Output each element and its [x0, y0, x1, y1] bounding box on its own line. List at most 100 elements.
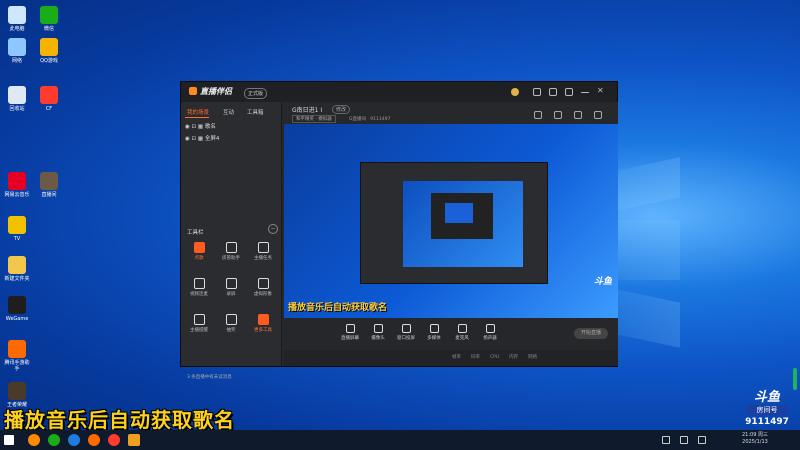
edge-icon[interactable]: [68, 434, 80, 446]
desktop-icon[interactable]: CF: [36, 86, 62, 112]
tool-button[interactable]: 视频连麦: [187, 278, 211, 297]
nested-window-2: [431, 193, 493, 239]
edit-room-button[interactable]: 修改: [332, 105, 351, 114]
app-logo: 直播伴侣: [189, 86, 232, 97]
control-label: 直播屏幕: [341, 336, 359, 341]
tool-button[interactable]: 点歌: [187, 242, 211, 261]
close-icon[interactable]: ✕: [597, 86, 604, 95]
desktop-icon[interactable]: 新建文件夹: [4, 256, 30, 282]
more-icon[interactable]: [594, 111, 602, 119]
grid-icon: [257, 314, 269, 325]
wechat-task-icon[interactable]: [48, 434, 60, 446]
tencent-task-icon[interactable]: [88, 434, 100, 446]
desktop-icon[interactable]: 直播间: [36, 172, 62, 198]
room-label: 房间号: [747, 405, 787, 415]
desktop-icon[interactable]: 微信: [36, 6, 62, 32]
control-button[interactable]: 摄像头: [366, 324, 390, 341]
control-button[interactable]: 多媒体: [422, 324, 446, 341]
room-badge: 斗鱼 房间号 9111497: [743, 386, 791, 430]
desktop-icon[interactable]: WeGame: [4, 296, 30, 322]
message-icon[interactable]: [533, 88, 541, 96]
live-companion-window[interactable]: 直播伴侣 正式版 ✕ 我的场景 互动 工具箱 ◉ ⊡ ▦ 歌名 ◉ ⊡ ▦ 全屏…: [180, 81, 618, 380]
tool-button[interactable]: 录屏: [219, 278, 243, 297]
clock-time: 21:09 周三: [742, 432, 768, 438]
green-handle[interactable]: [793, 368, 797, 390]
desktop-icon[interactable]: 回收站: [4, 86, 30, 112]
tab-scenes[interactable]: 我的场景: [187, 108, 209, 116]
tray-volume-icon[interactable]: [680, 436, 688, 444]
desktop-icon[interactable]: TV: [4, 216, 30, 242]
desktop-icon-label: 直播间: [41, 192, 57, 198]
eye-icon[interactable]: ◉ ⊡ ▦: [185, 124, 205, 130]
tool-button[interactable]: 虚拟形象: [251, 278, 275, 297]
eye-icon[interactable]: ◉ ⊡ ▦: [185, 136, 205, 142]
live-companion-task-icon[interactable]: [128, 434, 140, 446]
status-item: 网络: [528, 355, 538, 360]
desktop-icon-label: 此电脑: [9, 26, 25, 32]
stream-preview[interactable]: 斗鱼 播放音乐后自动获取歌名: [284, 124, 618, 318]
tool-button[interactable]: 房管助手: [219, 242, 243, 261]
gift-icon: [225, 314, 237, 325]
preview-caption: 播放音乐后自动获取歌名: [288, 303, 388, 313]
desktop-icon-label: 回收站: [9, 106, 25, 112]
source-item[interactable]: ◉ ⊡ ▦ 全屏4: [185, 134, 219, 144]
desktop-icon-label: 网络: [11, 58, 22, 64]
desktop-icon[interactable]: 此电脑: [4, 6, 30, 32]
avatar[interactable]: [511, 88, 519, 96]
control-button[interactable]: 直播屏幕: [338, 324, 362, 341]
mic-icon: [457, 324, 467, 333]
source-item[interactable]: ◉ ⊡ ▦ 歌名: [185, 122, 216, 132]
lock-icon[interactable]: [554, 111, 562, 119]
minimize-icon[interactable]: [581, 92, 589, 93]
desktop-icon[interactable]: QQ游戏: [36, 38, 62, 64]
start-icon[interactable]: [4, 435, 14, 445]
control-button[interactable]: 麦克风: [450, 324, 474, 341]
unread-tip[interactable]: 3 条直播中有未读消息: [187, 374, 232, 380]
desktop-icon[interactable]: 腾讯手游助手: [4, 340, 30, 372]
source-label: 全屏4: [204, 136, 220, 142]
control-label: 麦克风: [455, 336, 469, 341]
firefox-icon[interactable]: [28, 434, 40, 446]
folder-icon: [8, 256, 26, 274]
tool-label: 录屏: [226, 292, 236, 297]
settings-icon[interactable]: [574, 111, 582, 119]
control-button[interactable]: 扬声器: [478, 324, 502, 341]
computer-icon: [8, 6, 26, 24]
collapse-icon[interactable]: −: [268, 224, 278, 234]
qq-game-icon: [40, 38, 58, 56]
status-item: CPU: [490, 355, 500, 360]
bell-icon[interactable]: [565, 88, 573, 96]
title-bar[interactable]: 直播伴侣 正式版 ✕: [181, 82, 617, 102]
tool-button[interactable]: 抽奖: [219, 314, 243, 333]
tray-ime-icon[interactable]: [698, 436, 706, 444]
category-select[interactable]: 和平精英 · 模拟器: [292, 115, 336, 123]
status-bar: 帧率 码率 CPU 内存 网络: [284, 350, 618, 366]
hero-icon: [8, 382, 26, 400]
control-button[interactable]: 窗口投屏: [394, 324, 418, 341]
desktop-icon-label: 新建文件夹: [4, 276, 30, 282]
gift-icon[interactable]: [549, 88, 557, 96]
tool-label: 更多工具: [254, 328, 272, 333]
desktop-icon[interactable]: 网易云音乐: [4, 172, 30, 198]
tool-button[interactable]: 主播任务: [251, 242, 275, 261]
tool-button[interactable]: 主播提醒: [187, 314, 211, 333]
source-label: 歌名: [204, 124, 216, 130]
system-clock[interactable]: 21:09 周三 2025/1/13: [742, 432, 768, 446]
desktop-icon-label: TV: [13, 236, 21, 242]
tool-label: 主播任务: [254, 256, 272, 261]
start-live-button[interactable]: 开始直播: [574, 328, 608, 339]
taskbar: 21:09 周三 2025/1/13: [0, 430, 800, 450]
tray-network-icon[interactable]: [662, 436, 670, 444]
tools-heading: 工具栏: [187, 230, 204, 236]
tab-interact[interactable]: 互动: [223, 108, 234, 116]
desktop-icon-label: QQ游戏: [40, 58, 58, 64]
status-item: 码率: [471, 355, 480, 360]
wegame-icon: [8, 296, 26, 314]
desktop-icon-label: 腾讯手游助手: [4, 360, 30, 372]
music-icon: [193, 242, 205, 253]
crossfire-task-icon[interactable]: [108, 434, 120, 446]
share-icon[interactable]: [534, 111, 542, 119]
tab-toolbox[interactable]: 工具箱: [247, 108, 264, 116]
tool-button[interactable]: 更多工具: [251, 314, 275, 333]
desktop-icon[interactable]: 网络: [4, 38, 30, 64]
